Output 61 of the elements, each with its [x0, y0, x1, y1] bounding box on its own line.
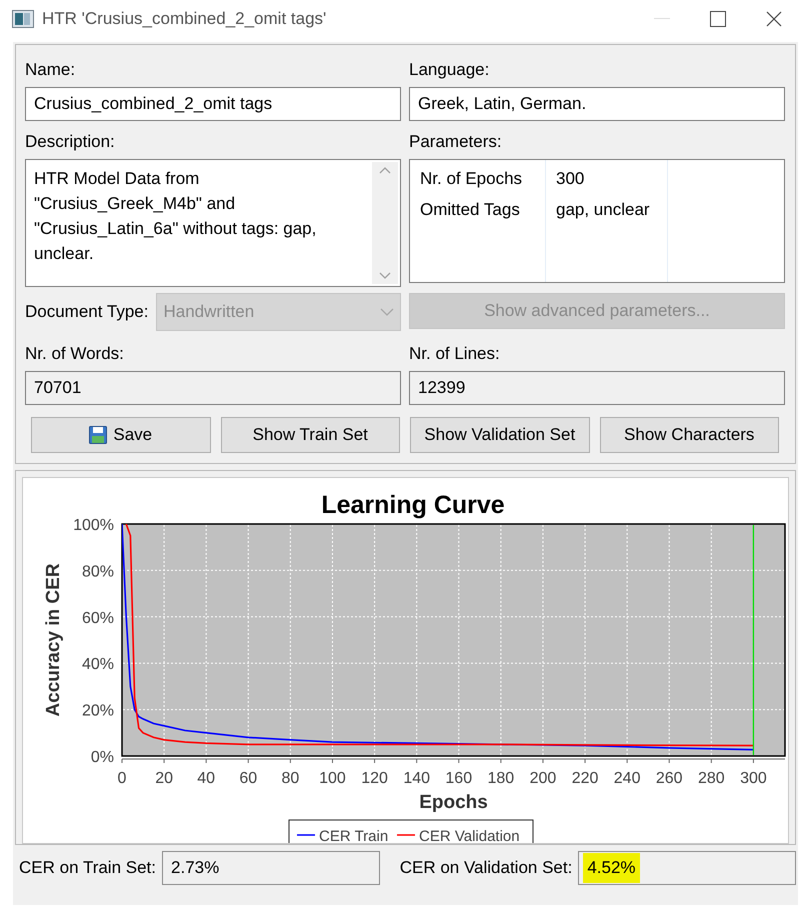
axis-tick-label: 80%	[82, 563, 114, 580]
axis-tick-label: 240	[614, 770, 640, 787]
axis-tick-label: 20%	[82, 702, 114, 720]
result-field: 2.73%	[162, 851, 380, 885]
field-label: CER on Train Set:	[19, 857, 156, 880]
table-cell-text: 300	[556, 168, 586, 190]
table-cell-text: Omitted Tags	[420, 199, 521, 221]
axis-tick-label: 300	[740, 770, 767, 787]
axis-tick-label: 100	[319, 770, 346, 787]
axis-title: Epochs	[419, 792, 488, 813]
action-button[interactable]: Show Validation Set	[410, 417, 590, 453]
axis-tick-label: 40%	[82, 656, 114, 674]
scrollbar[interactable]	[372, 162, 398, 284]
field-label: Document Type:	[25, 301, 148, 324]
axis-tick-label: 260	[656, 770, 683, 787]
field-label: Nr. of Words:	[25, 343, 125, 366]
axis-tick-label: 160	[445, 770, 472, 787]
chart-title: Learning Curve	[321, 491, 505, 519]
description-field[interactable]: HTR Model Data from "Crusius_Greek_M4b" and "Crusius_Latin_6a" without tags: gap, unclear.	[25, 159, 401, 287]
axis-tick-label: 60%	[82, 610, 114, 627]
axis-tick-label: 0	[118, 770, 126, 787]
action-button[interactable]: Show Train Set	[220, 417, 400, 453]
axis-tick-label: 220	[572, 770, 598, 787]
maximize-icon[interactable]	[710, 11, 726, 27]
scroll-down-icon[interactable]	[379, 272, 391, 280]
description-text: HTR Model Data from "Crusius_Greek_M4b" and "Crusius_Latin_6a" without tags: gap, unclear.	[33, 168, 318, 265]
axis-tick-label: 40	[197, 770, 216, 787]
caret-icon	[380, 308, 394, 316]
axis-tick-label: 180	[488, 770, 514, 787]
table-cell-text: gap, unclear	[556, 199, 651, 221]
minimize-icon[interactable]	[654, 18, 670, 20]
axis-tick-label: 0%	[90, 749, 114, 766]
scroll-up-icon[interactable]	[379, 166, 391, 174]
language-field[interactable]: Greek, Latin, German.	[409, 87, 785, 121]
field-label: Nr. of Lines:	[409, 343, 501, 366]
axis-tick-label: 280	[698, 770, 725, 787]
axis-tick-label: 80	[281, 770, 300, 787]
app-icon	[12, 10, 34, 28]
legend-label: CER Train	[319, 828, 388, 843]
words-field[interactable]: 70701	[25, 371, 401, 405]
axis-tick-label: 120	[361, 770, 388, 787]
field-label: Language:	[409, 59, 490, 82]
save-button[interactable]: Save	[31, 417, 210, 453]
legend-label: CER Validation	[419, 828, 520, 843]
axis-tick-label: 100%	[73, 517, 114, 534]
axis-title: Accuracy in CER	[43, 563, 64, 717]
close-icon[interactable]	[766, 11, 782, 27]
action-button[interactable]: Show Characters	[600, 417, 779, 453]
axis-tick-label: 60	[239, 770, 258, 787]
axis-tick-label: 140	[403, 770, 430, 787]
field-label: CER on Validation Set:	[400, 857, 572, 880]
lines-field[interactable]: 12399	[409, 371, 785, 405]
result-field: 4.52%	[578, 851, 796, 885]
field-label: Name:	[25, 59, 76, 82]
window-title: HTR 'Crusius_combined_2_omit tags'	[42, 8, 328, 30]
field-label: Parameters:	[409, 131, 503, 154]
axis-tick-label: 20	[155, 770, 173, 787]
axis-tick-label: 200	[530, 770, 556, 787]
table-cell-text: Nr. of Epochs	[420, 168, 524, 190]
name-field[interactable]: Crusius_combined_2_omit tags	[25, 87, 401, 121]
field-label: Description:	[25, 131, 116, 154]
